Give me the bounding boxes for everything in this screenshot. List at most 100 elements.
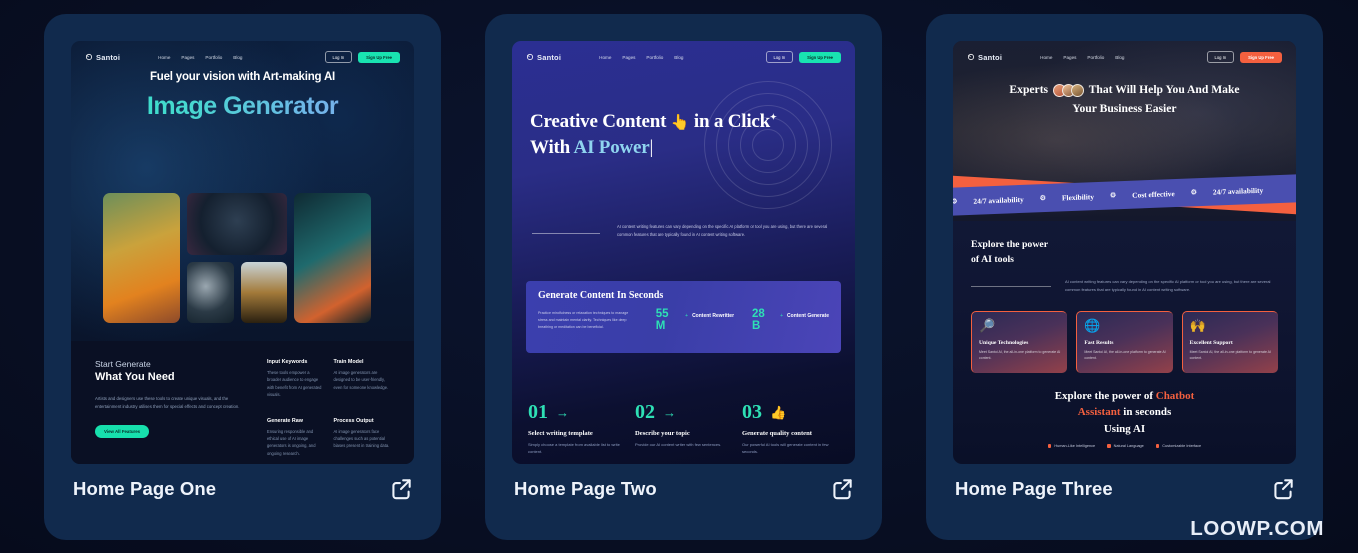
ribbon-item: 24/7 availability — [973, 194, 1024, 206]
stat-label: Content Generate — [787, 313, 829, 319]
ai-tools-section: Explore the power of AI tools AI content… — [971, 237, 1278, 373]
nav-link-pages[interactable]: Pages — [1063, 55, 1076, 60]
feature-text: AI image generators face challenges such… — [333, 428, 390, 449]
chatbot-line1-a: Explore the power of — [1054, 389, 1153, 402]
hero-line1-b: That Will Help You And Make — [1088, 83, 1240, 96]
nav-link-blog[interactable]: Blog — [233, 55, 242, 60]
bullet-dot-icon — [1107, 444, 1111, 448]
gallery-thumb[interactable] — [294, 193, 371, 323]
divider — [532, 233, 600, 234]
section-paragraph: AI content writing features can vary dep… — [1065, 279, 1271, 293]
step-title: Select writing template — [528, 430, 593, 437]
gallery-column — [187, 193, 287, 323]
feature-card-title: Excellent Support — [1189, 339, 1233, 346]
preview-home-page-three[interactable]: Santoi Home Pages Portfolio Blog Log In … — [953, 41, 1296, 464]
nav-link-portfolio[interactable]: Portfolio — [1087, 55, 1104, 60]
nav-link-home[interactable]: Home — [599, 55, 611, 60]
stat-value: 28 B — [752, 308, 765, 332]
feature-card-row: 🔎 Unique Technologies Meet Santoi AI, th… — [971, 310, 1278, 373]
nav-link-pages[interactable]: Pages — [181, 55, 194, 60]
ribbon-item: Flexibility — [1061, 191, 1095, 202]
bullet-item: Human-Like Intelligence — [1047, 444, 1095, 448]
login-button[interactable]: Log In — [765, 50, 794, 64]
logo-mark-icon — [85, 53, 93, 61]
chatbot-line1-highlight: Chatbot — [1155, 389, 1195, 402]
gear-icon: ⚙ — [1039, 194, 1047, 203]
feature-text: AI image generators are designed to be u… — [333, 370, 389, 390]
feature-title: Process Output — [333, 417, 374, 424]
preview-home-page-one[interactable]: Santoi Home Pages Portfolio Blog Log In … — [71, 41, 414, 464]
demo-card-home-page-two[interactable]: Santoi Home Pages Portfolio Blog Log In … — [485, 14, 882, 540]
logo-santoi[interactable]: Santoi — [526, 53, 561, 62]
signup-button[interactable]: Sign Up Free — [1240, 51, 1282, 63]
login-button[interactable]: Log In — [324, 50, 353, 64]
demo-gallery-page: Santoi Home Pages Portfolio Blog Log In … — [0, 0, 1358, 553]
hero-line1-a: Experts — [1009, 83, 1049, 96]
hero-title: Image Generator — [71, 92, 414, 121]
signup-button[interactable]: Sign Up Free — [799, 51, 841, 63]
hero-line2-a: With — [530, 136, 571, 158]
step-item: 03 👍 Generate quality content Our powerf… — [742, 401, 839, 456]
step-text: Our powerful AI tools will generate cont… — [742, 442, 829, 455]
step-title: Describe your topic — [635, 430, 690, 437]
pointing-hand-icon: 👆 — [670, 115, 690, 131]
globe-network-icon: 🌐 — [1084, 317, 1101, 333]
step-number: 02 — [635, 401, 655, 423]
gear-icon: ⚙ — [1109, 191, 1117, 200]
gallery-thumb[interactable] — [187, 262, 234, 323]
chatbot-bullets: Human-Like Intelligence Natural Language… — [969, 444, 1280, 448]
gallery-thumb[interactable] — [240, 262, 287, 323]
stat-value: 55 M — [655, 308, 669, 332]
feature-card[interactable]: 🔎 Unique Technologies Meet Santoi AI, th… — [971, 310, 1068, 373]
demo-card-home-page-one[interactable]: Santoi Home Pages Portfolio Blog Log In … — [44, 14, 441, 540]
nav-buttons: Log In Sign Up Free — [1206, 50, 1282, 64]
hero-heading: Creative Content 👆 in a Click✦ With AI P… — [530, 111, 777, 158]
logo-santoi[interactable]: Santoi — [967, 53, 1002, 62]
feature-item: Process Output AI image generators face … — [334, 418, 391, 465]
external-link-icon[interactable] — [388, 476, 414, 502]
hero-line2-ai: AI Power — [573, 136, 650, 158]
feature-title: Input Keywords — [267, 359, 308, 365]
gallery-thumb[interactable] — [187, 193, 287, 255]
demo-card-home-page-three[interactable]: Santoi Home Pages Portfolio Blog Log In … — [926, 14, 1323, 540]
nav-link-pages[interactable]: Pages — [622, 55, 635, 60]
nav-link-portfolio[interactable]: Portfolio — [646, 55, 663, 60]
gear-icon: ⚙ — [953, 197, 958, 206]
features-heading: What You Need — [95, 371, 175, 383]
external-link-icon[interactable] — [1270, 476, 1296, 502]
view-all-features-button[interactable]: View All Features — [95, 424, 150, 438]
nav-link-blog[interactable]: Blog — [674, 55, 683, 60]
gallery-thumb[interactable] — [103, 193, 180, 323]
hero-heading: Experts That Will Help You And Make Your… — [969, 81, 1280, 119]
features-section: Start Generate What You Need Artists and… — [71, 341, 414, 464]
bullet-dot-icon — [1155, 444, 1160, 448]
nav-buttons: Log In Sign Up Free — [324, 50, 400, 64]
steps-row: 01 → Select writing template Simply choo… — [528, 401, 839, 456]
image-gallery — [103, 193, 382, 323]
nav-link-blog[interactable]: Blog — [1115, 55, 1124, 60]
preview-home-page-two[interactable]: Santoi Home Pages Portfolio Blog Log In … — [512, 41, 855, 464]
logo-text: Santoi — [978, 52, 1003, 62]
feature-card[interactable]: 🙌 Excellent Support Meet Santoi AI, the … — [1181, 310, 1278, 373]
step-number: 01 — [528, 401, 548, 423]
hero-description: AI content writing features can vary dep… — [617, 224, 828, 237]
external-link-icon[interactable] — [829, 476, 855, 502]
nav-link-home[interactable]: Home — [1040, 55, 1052, 60]
gear-icon: ⚙ — [1190, 188, 1198, 197]
nav-link-home[interactable]: Home — [158, 55, 170, 60]
marquee-ribbon: ⚙ 24/7 availability ⚙ Flexibility ⚙ Cost… — [953, 167, 1296, 223]
login-button[interactable]: Log In — [1206, 50, 1235, 64]
arrow-right-icon: → — [556, 405, 569, 420]
nav-link-portfolio[interactable]: Portfolio — [205, 55, 222, 60]
signup-button[interactable]: Sign Up Free — [358, 51, 400, 63]
card-title: Home Page One — [73, 478, 217, 499]
hero-subtitle: Fuel your vision with Art-making AI — [149, 71, 336, 83]
mini-nav: Santoi Home Pages Portfolio Blog Log In … — [953, 49, 1296, 65]
bullet-dot-icon — [1047, 444, 1052, 448]
bullet-item: Natural Language — [1107, 444, 1144, 448]
avatar-group-icon — [1052, 83, 1084, 97]
logo-santoi[interactable]: Santoi — [85, 53, 120, 62]
card-caption-row: Home Page Two — [514, 476, 855, 502]
bullet-item: Customizable Interface — [1155, 444, 1201, 448]
feature-card[interactable]: 🌐 Fast Results Meet Santoi AI, the all-i… — [1076, 310, 1173, 373]
